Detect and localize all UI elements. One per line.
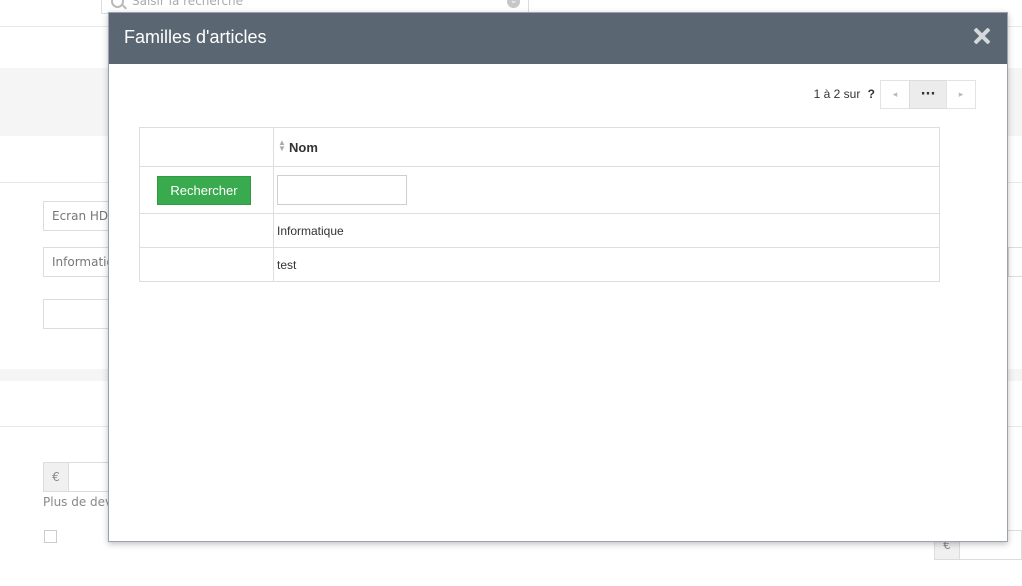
- pager-summary: 1 à 2 sur ?: [814, 87, 875, 101]
- filter-input-cell: [273, 166, 940, 214]
- sort-icon[interactable]: ▲ ▼: [278, 138, 286, 152]
- pager-range: 1 à 2: [813, 87, 841, 101]
- pager-total: ?: [867, 87, 875, 101]
- row-action-cell: [139, 247, 274, 282]
- search-icon: [111, 0, 124, 8]
- pagination: ◂ ··· ▸: [880, 80, 976, 109]
- current-page-button[interactable]: ···: [909, 80, 947, 109]
- search-placeholder: Saisir la recherche: [132, 0, 244, 8]
- table-row[interactable]: Informatique: [139, 213, 940, 248]
- table-row[interactable]: test: [139, 247, 940, 282]
- filter-action-cell: Rechercher: [139, 166, 274, 214]
- modal-title: Familles d'articles: [124, 27, 267, 47]
- row-name[interactable]: test: [273, 247, 940, 282]
- prev-page-button[interactable]: ◂: [880, 80, 910, 109]
- name-filter-input[interactable]: [277, 175, 407, 205]
- actions-column-header: [139, 127, 274, 167]
- close-icon[interactable]: [973, 27, 991, 45]
- name-column-header[interactable]: ▲ ▼ Nom: [273, 127, 940, 167]
- currency-addon: €: [43, 462, 69, 492]
- families-table: ▲ ▼ Nom Rechercher Informatique test: [139, 127, 940, 282]
- search-button[interactable]: Rechercher: [157, 175, 251, 205]
- background-field-right[interactable]: [1008, 247, 1022, 277]
- pager-of-label: sur: [843, 87, 861, 101]
- background-checkbox[interactable]: [44, 530, 57, 543]
- row-name[interactable]: Informatique: [273, 213, 940, 248]
- table-header-row: ▲ ▼ Nom: [139, 127, 940, 167]
- filter-row: Rechercher: [139, 166, 940, 214]
- name-column-label: Nom: [289, 139, 318, 155]
- row-action-cell: [139, 213, 274, 248]
- modal-header: Familles d'articles: [109, 13, 1007, 64]
- next-page-button[interactable]: ▸: [946, 80, 976, 109]
- families-modal: Familles d'articles 1 à 2 sur ? ◂ ··· ▸ …: [108, 12, 1008, 542]
- chevron-down-icon[interactable]: ⌄: [507, 0, 520, 8]
